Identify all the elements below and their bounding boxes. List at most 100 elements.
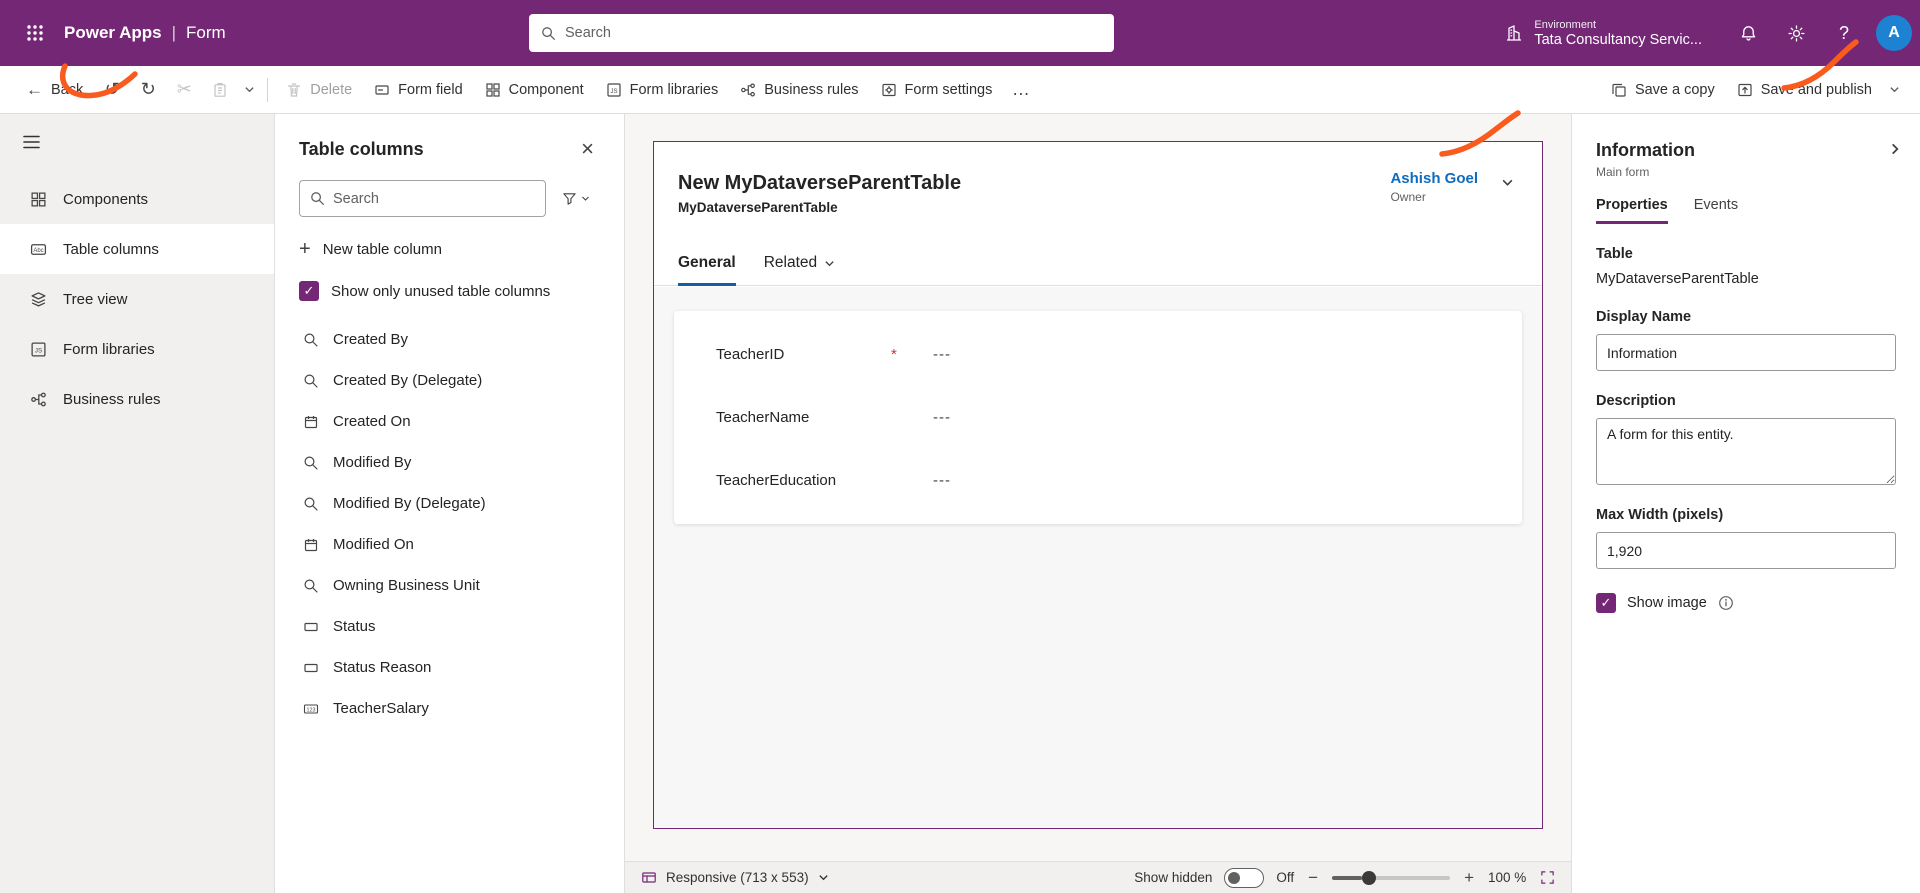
owner-name-link[interactable]: Ashish Goel — [1390, 170, 1478, 187]
zoom-slider[interactable] — [1332, 869, 1451, 887]
bell-icon — [1741, 25, 1755, 41]
close-panel-button[interactable]: × — [575, 136, 600, 162]
column-item-teachersalary[interactable]: 123 TeacherSalary — [299, 688, 600, 729]
tab-properties[interactable]: Properties — [1596, 197, 1668, 224]
owner-field[interactable]: Ashish Goel Owner — [1390, 170, 1478, 204]
command-divider — [267, 77, 269, 102]
sidebar-item-tree-view[interactable]: Tree view — [0, 274, 274, 324]
zoom-out-button[interactable]: − — [1306, 868, 1320, 888]
settings-button[interactable] — [1774, 11, 1818, 55]
business-rules-button[interactable]: Business rules — [730, 72, 868, 108]
chevron-down-icon — [582, 196, 589, 201]
form-section[interactable]: TeacherID * --- TeacherName --- TeacherE… — [674, 311, 1522, 524]
field-row-teacherid[interactable]: TeacherID * --- — [674, 323, 1522, 386]
header-fields-chevron[interactable] — [1501, 176, 1514, 189]
title-divider: | — [171, 23, 177, 42]
lookup-icon — [303, 332, 318, 347]
unused-columns-filter[interactable]: ✓ Show only unused table columns — [299, 281, 600, 301]
global-search[interactable] — [529, 14, 1114, 52]
global-search-input[interactable] — [565, 25, 1102, 41]
column-item-created-by-delegate[interactable]: Created By (Delegate) — [299, 360, 600, 401]
column-item-modified-on[interactable]: Modified On — [299, 524, 600, 565]
sidebar-item-form-libraries[interactable]: JS Form libraries — [0, 324, 274, 374]
column-item-modified-by[interactable]: Modified By — [299, 442, 600, 483]
form-preview[interactable]: New MyDataverseParentTable MyDataversePa… — [653, 141, 1543, 829]
sidebar-collapse-button[interactable] — [8, 120, 54, 164]
column-item-label: Created On — [333, 413, 411, 430]
new-table-column-button[interactable]: + New table column — [299, 239, 600, 259]
table-columns-icon: Abc — [30, 243, 46, 255]
info-icon[interactable] — [1718, 595, 1734, 611]
column-item-created-by[interactable]: Created By — [299, 319, 600, 360]
component-button[interactable]: Component — [475, 72, 594, 108]
collapse-panel-button[interactable] — [1888, 142, 1902, 156]
redo-button[interactable]: ↻ — [131, 72, 165, 108]
properties-panel: Information Main form Properties Events … — [1571, 114, 1920, 893]
column-item-created-on[interactable]: Created On — [299, 401, 600, 442]
show-image-setting[interactable]: ✓ Show image — [1596, 593, 1896, 613]
table-field-label: Table — [1596, 246, 1633, 262]
close-icon: × — [581, 136, 594, 161]
save-a-copy-label: Save a copy — [1634, 81, 1715, 98]
paste-button[interactable] — [203, 72, 237, 108]
save-a-copy-button[interactable]: Save a copy — [1601, 72, 1725, 108]
field-label: TeacherID — [716, 346, 785, 363]
chevron-right-icon — [1892, 143, 1899, 155]
delete-button[interactable]: Delete — [276, 72, 362, 108]
tab-general[interactable]: General — [678, 254, 736, 286]
toggle-knob — [1228, 871, 1241, 884]
column-item-modified-by-delegate[interactable]: Modified By (Delegate) — [299, 483, 600, 524]
new-table-column-label: New table column — [322, 240, 442, 258]
show-hidden-toggle[interactable] — [1224, 867, 1265, 888]
form-settings-button[interactable]: Form settings — [871, 72, 1003, 108]
filter-button[interactable] — [552, 180, 600, 217]
display-name-input[interactable] — [1596, 334, 1896, 371]
svg-text:JS: JS — [34, 347, 41, 354]
column-item-status-reason[interactable]: Status Reason — [299, 647, 600, 688]
columns-search-input[interactable] — [333, 190, 535, 207]
checkbox-checked[interactable]: ✓ — [299, 281, 319, 301]
redo-icon: ↻ — [140, 79, 156, 99]
save-and-publish-button[interactable]: Save and publish — [1727, 72, 1882, 108]
tab-label: General — [678, 254, 736, 271]
responsive-size-selector[interactable]: Responsive (713 x 553) — [641, 870, 829, 886]
show-image-checkbox[interactable]: ✓ — [1596, 593, 1616, 613]
help-button[interactable]: ? — [1822, 11, 1866, 55]
field-row-teachername[interactable]: TeacherName --- — [674, 386, 1522, 449]
paste-options-chevron[interactable] — [239, 72, 259, 108]
zoom-in-button[interactable]: + — [1462, 868, 1476, 888]
sidebar-item-table-columns[interactable]: Abc Table columns — [0, 224, 274, 274]
waffle-icon — [27, 25, 43, 41]
search-icon — [542, 26, 555, 40]
back-button[interactable]: ← Back — [16, 72, 93, 108]
tab-events[interactable]: Events — [1694, 197, 1738, 224]
waffle-menu-button[interactable] — [12, 10, 58, 56]
description-input[interactable]: A form for this entity. — [1596, 418, 1896, 485]
sidebar-item-label: Table columns — [63, 240, 159, 258]
max-width-input[interactable] — [1596, 532, 1896, 569]
app-title[interactable]: Power Apps — [64, 23, 162, 43]
avatar[interactable]: A — [1876, 15, 1912, 51]
columns-search[interactable] — [299, 180, 546, 217]
column-item-status[interactable]: Status — [299, 606, 600, 647]
fit-to-screen-button[interactable] — [1540, 870, 1555, 885]
show-image-label: Show image — [1627, 595, 1707, 611]
sidebar-item-business-rules[interactable]: Business rules — [0, 374, 274, 424]
undo-button[interactable]: ↺ — [95, 72, 129, 108]
tab-related[interactable]: Related — [764, 254, 835, 286]
more-commands-button[interactable]: … — [1004, 72, 1038, 108]
more-horizontal-icon: … — [1011, 79, 1031, 99]
slider-thumb[interactable] — [1361, 870, 1376, 885]
lookup-icon — [303, 455, 318, 470]
field-row-teachereducation[interactable]: TeacherEducation --- — [674, 449, 1522, 512]
environment-switcher[interactable]: Environment Tata Consultancy Servic... — [1494, 15, 1712, 52]
column-item-owning-business-unit[interactable]: Owning Business Unit — [299, 565, 600, 606]
save-options-chevron[interactable] — [1884, 72, 1904, 108]
sidebar-item-components[interactable]: Components — [0, 174, 274, 224]
form-field-button[interactable]: Form field — [364, 72, 472, 108]
form-field-icon — [375, 84, 389, 95]
cut-button[interactable]: ✂ — [167, 72, 201, 108]
slider-fill — [1332, 875, 1362, 880]
notifications-button[interactable] — [1726, 11, 1770, 55]
form-libraries-button[interactable]: JS Form libraries — [596, 72, 729, 108]
